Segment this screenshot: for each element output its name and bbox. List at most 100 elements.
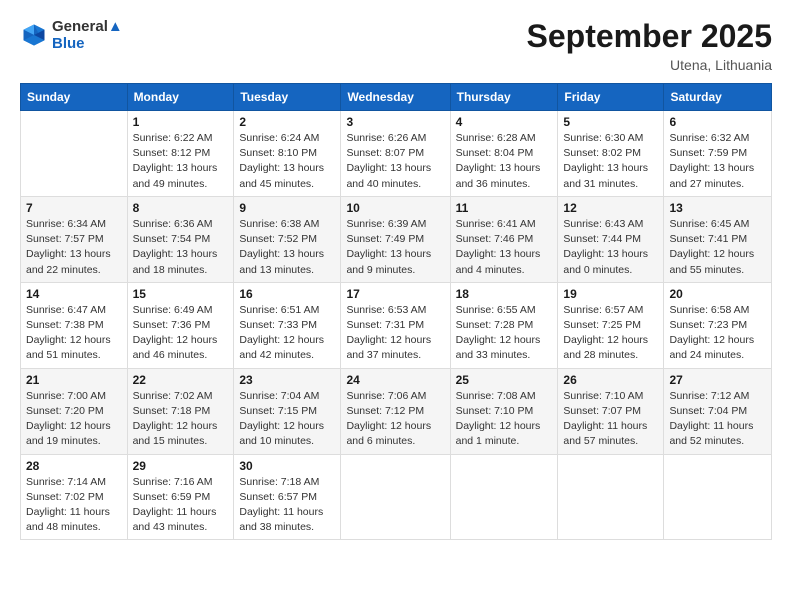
calendar-cell: 13Sunrise: 6:45 AMSunset: 7:41 PMDayligh… — [664, 196, 772, 282]
weekday-header-thursday: Thursday — [450, 84, 558, 111]
day-info: Sunrise: 7:10 AMSunset: 7:07 PMDaylight:… — [563, 389, 658, 450]
day-number: 2 — [239, 115, 335, 129]
calendar-cell: 26 Sunrise: 7:10 AMSunset: 7:07 PMDayligh… — [558, 368, 664, 454]
weekday-header-row: SundayMondayTuesdayWednesdayThursdayFrid… — [21, 84, 772, 111]
day-info: Sunrise: 6:58 AMSunset: 7:23 PMDaylight:… — [669, 303, 766, 364]
weekday-header-friday: Friday — [558, 84, 664, 111]
day-info: Sunrise: 6:51 AMSunset: 7:33 PMDaylight:… — [239, 303, 335, 364]
day-info: Sunrise: 6:55 AMSunset: 7:28 PMDaylight:… — [456, 303, 553, 364]
day-number: 29 — [133, 459, 229, 473]
calendar-cell: 28 Sunrise: 7:14 AMSunset: 7:02 PMDayligh… — [21, 454, 128, 540]
day-info: Sunrise: 7:18 AMSunset: 6:57 PMDaylight:… — [239, 475, 335, 536]
calendar-cell: 17 Sunrise: 6:53 AMSunset: 7:31 PMDayligh… — [341, 282, 450, 368]
title-area: September 2025 Utena, Lithuania — [527, 18, 772, 73]
day-number: 8 — [133, 201, 229, 215]
logo: General▲ Blue — [20, 18, 123, 53]
logo-icon — [20, 21, 48, 49]
day-number: 3 — [346, 115, 444, 129]
day-info: Sunrise: 6:26 AMSunset: 8:07 PMDaylight:… — [346, 131, 444, 192]
calendar-cell — [450, 454, 558, 540]
weekday-header-wednesday: Wednesday — [341, 84, 450, 111]
weekday-header-tuesday: Tuesday — [234, 84, 341, 111]
day-info: Sunrise: 6:28 AMSunset: 8:04 PMDaylight:… — [456, 131, 553, 192]
day-info: Sunrise: 6:38 AMSunset: 7:52 PMDaylight:… — [239, 217, 335, 278]
calendar-cell: 2 Sunrise: 6:24 AMSunset: 8:10 PMDaylight… — [234, 111, 341, 197]
calendar-cell: 18 Sunrise: 6:55 AMSunset: 7:28 PMDayligh… — [450, 282, 558, 368]
location: Utena, Lithuania — [527, 57, 772, 73]
day-info: Sunrise: 6:22 AMSunset: 8:12 PMDaylight:… — [133, 131, 229, 192]
day-info: Sunrise: 6:36 AMSunset: 7:54 PMDaylight:… — [133, 217, 229, 278]
day-info: Sunrise: 6:34 AMSunset: 7:57 PMDaylight:… — [26, 217, 122, 278]
day-number: 22 — [133, 373, 229, 387]
logo-text: General▲ Blue — [52, 18, 123, 53]
calendar-cell: 6 Sunrise: 6:32 AMSunset: 7:59 PMDaylight… — [664, 111, 772, 197]
calendar-cell — [21, 111, 128, 197]
month-title: September 2025 — [527, 18, 772, 55]
calendar-cell — [558, 454, 664, 540]
day-info: Sunrise: 7:08 AMSunset: 7:10 PMDaylight:… — [456, 389, 553, 450]
day-number: 19 — [563, 287, 658, 301]
weekday-header-saturday: Saturday — [664, 84, 772, 111]
calendar-cell: 4 Sunrise: 6:28 AMSunset: 8:04 PMDaylight… — [450, 111, 558, 197]
day-number: 24 — [346, 373, 444, 387]
calendar-cell: 25 Sunrise: 7:08 AMSunset: 7:10 PMDayligh… — [450, 368, 558, 454]
header: General▲ Blue September 2025 Utena, Lith… — [20, 18, 772, 73]
weekday-header-monday: Monday — [127, 84, 234, 111]
calendar-cell: 8 Sunrise: 6:36 AMSunset: 7:54 PMDaylight… — [127, 196, 234, 282]
calendar-cell: 23 Sunrise: 7:04 AMSunset: 7:15 PMDayligh… — [234, 368, 341, 454]
calendar-cell: 16 Sunrise: 6:51 AMSunset: 7:33 PMDayligh… — [234, 282, 341, 368]
day-number: 28 — [26, 459, 122, 473]
day-info: Sunrise: 6:39 AMSunset: 7:49 PMDaylight:… — [346, 217, 444, 278]
day-number: 13 — [669, 201, 766, 215]
calendar-cell: 5 Sunrise: 6:30 AMSunset: 8:02 PMDaylight… — [558, 111, 664, 197]
day-number: 12 — [563, 201, 658, 215]
calendar-cell — [341, 454, 450, 540]
day-number: 25 — [456, 373, 553, 387]
day-info: Sunrise: 6:24 AMSunset: 8:10 PMDaylight:… — [239, 131, 335, 192]
calendar-cell: 12 Sunrise: 6:43 AMSunset: 7:44 PMDayligh… — [558, 196, 664, 282]
day-number: 15 — [133, 287, 229, 301]
day-info: Sunrise: 6:53 AMSunset: 7:31 PMDaylight:… — [346, 303, 444, 364]
calendar-cell: 10Sunrise: 6:39 AMSunset: 7:49 PMDayligh… — [341, 196, 450, 282]
day-number: 7 — [26, 201, 122, 215]
calendar-table: SundayMondayTuesdayWednesdayThursdayFrid… — [20, 83, 772, 540]
calendar-cell: 24 Sunrise: 7:06 AMSunset: 7:12 PMDayligh… — [341, 368, 450, 454]
day-number: 23 — [239, 373, 335, 387]
weekday-header-sunday: Sunday — [21, 84, 128, 111]
day-number: 21 — [26, 373, 122, 387]
day-number: 14 — [26, 287, 122, 301]
day-number: 20 — [669, 287, 766, 301]
page: General▲ Blue September 2025 Utena, Lith… — [0, 0, 792, 612]
day-info: Sunrise: 7:16 AMSunset: 6:59 PMDaylight:… — [133, 475, 229, 536]
day-info: Sunrise: 7:06 AMSunset: 7:12 PMDaylight:… — [346, 389, 444, 450]
day-info: Sunrise: 7:14 AMSunset: 7:02 PMDaylight:… — [26, 475, 122, 536]
day-info: Sunrise: 7:04 AMSunset: 7:15 PMDaylight:… — [239, 389, 335, 450]
day-number: 1 — [133, 115, 229, 129]
day-info: Sunrise: 6:30 AMSunset: 8:02 PMDaylight:… — [563, 131, 658, 192]
day-info: Sunrise: 6:41 AMSunset: 7:46 PMDaylight:… — [456, 217, 553, 278]
day-number: 30 — [239, 459, 335, 473]
day-number: 6 — [669, 115, 766, 129]
day-number: 4 — [456, 115, 553, 129]
day-number: 16 — [239, 287, 335, 301]
calendar-cell: 20 Sunrise: 6:58 AMSunset: 7:23 PMDayligh… — [664, 282, 772, 368]
calendar-cell: 9Sunrise: 6:38 AMSunset: 7:52 PMDaylight… — [234, 196, 341, 282]
day-number: 26 — [563, 373, 658, 387]
day-number: 5 — [563, 115, 658, 129]
day-info: Sunrise: 6:47 AMSunset: 7:38 PMDaylight:… — [26, 303, 122, 364]
calendar-cell: 21 Sunrise: 7:00 AMSunset: 7:20 PMDayligh… — [21, 368, 128, 454]
day-info: Sunrise: 7:00 AMSunset: 7:20 PMDaylight:… — [26, 389, 122, 450]
day-info: Sunrise: 7:02 AMSunset: 7:18 PMDaylight:… — [133, 389, 229, 450]
calendar-cell: 11Sunrise: 6:41 AMSunset: 7:46 PMDayligh… — [450, 196, 558, 282]
day-info: Sunrise: 7:12 AMSunset: 7:04 PMDaylight:… — [669, 389, 766, 450]
day-number: 18 — [456, 287, 553, 301]
calendar-cell: 22 Sunrise: 7:02 AMSunset: 7:18 PMDayligh… — [127, 368, 234, 454]
day-info: Sunrise: 6:32 AMSunset: 7:59 PMDaylight:… — [669, 131, 766, 192]
day-info: Sunrise: 6:49 AMSunset: 7:36 PMDaylight:… — [133, 303, 229, 364]
day-number: 27 — [669, 373, 766, 387]
calendar-cell: 29 Sunrise: 7:16 AMSunset: 6:59 PMDayligh… — [127, 454, 234, 540]
calendar-cell: 7 Sunrise: 6:34 AMSunset: 7:57 PMDaylight… — [21, 196, 128, 282]
day-number: 17 — [346, 287, 444, 301]
day-info: Sunrise: 6:57 AMSunset: 7:25 PMDaylight:… — [563, 303, 658, 364]
day-info: Sunrise: 6:43 AMSunset: 7:44 PMDaylight:… — [563, 217, 658, 278]
